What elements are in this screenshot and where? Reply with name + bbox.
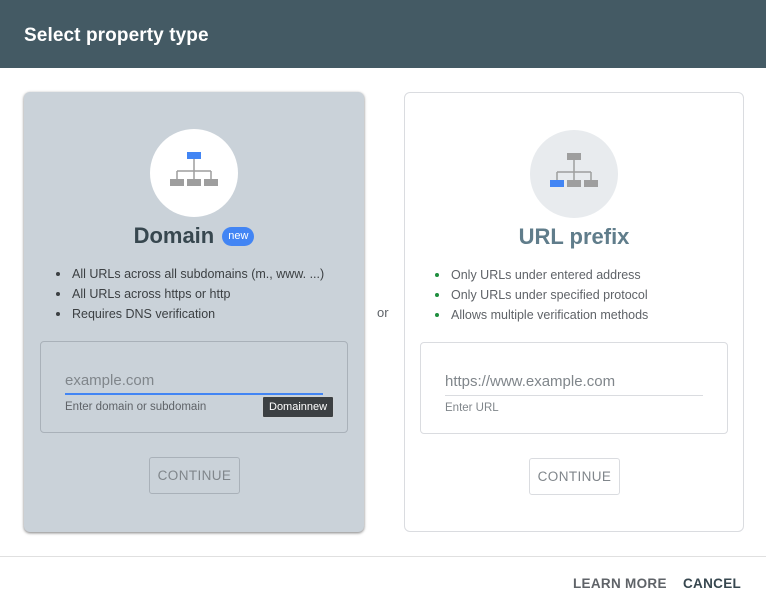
dialog-title: Select property type — [24, 25, 209, 46]
sitemap-icon — [550, 153, 598, 187]
dialog-header: Select property type — [0, 0, 766, 68]
list-item: Only URLs under specified protocol — [433, 285, 648, 305]
url-input[interactable] — [445, 368, 703, 396]
domain-input[interactable] — [65, 367, 323, 395]
url-helper-text: Enter URL — [445, 402, 499, 414]
domain-input-box: Enter domain or subdomain — [40, 341, 348, 433]
footer-divider — [0, 556, 766, 557]
select-property-dialog: Select property type Domain new All URLs… — [0, 0, 766, 608]
list-item: Allows multiple verification methods — [433, 305, 648, 325]
domain-icon-circle — [150, 129, 238, 217]
url-input-box: Enter URL — [420, 342, 728, 434]
domain-tooltip: Domainnew — [262, 396, 335, 418]
url-prefix-card-title: URL prefix — [518, 224, 630, 249]
url-prefix-icon-circle — [530, 130, 618, 218]
domain-helper-text: Enter domain or subdomain — [65, 401, 207, 413]
domain-continue-button[interactable]: CONTINUE — [149, 457, 240, 494]
or-separator: or — [377, 305, 389, 320]
sitemap-icon — [170, 152, 218, 186]
url-prefix-card[interactable]: URL prefix Only URLs under entered addre… — [404, 92, 744, 532]
list-item: Requires DNS verification — [54, 304, 324, 324]
domain-title-text: Domain — [133, 223, 215, 248]
list-item: Only URLs under entered address — [433, 265, 648, 285]
url-prefix-feature-list: Only URLs under entered address Only URL… — [433, 265, 648, 325]
learn-more-button[interactable]: LEARN MORE — [573, 576, 667, 591]
domain-card-title: Domain new — [24, 223, 364, 249]
list-item: All URLs across https or http — [54, 284, 324, 304]
list-item: All URLs across all subdomains (m., www.… — [54, 264, 324, 284]
new-badge: new — [222, 226, 255, 246]
domain-card[interactable]: Domain new All URLs across all subdomain… — [24, 92, 364, 532]
domain-feature-list: All URLs across all subdomains (m., www.… — [54, 264, 324, 324]
url-continue-button[interactable]: CONTINUE — [529, 458, 620, 495]
cancel-button[interactable]: CANCEL — [683, 576, 741, 591]
